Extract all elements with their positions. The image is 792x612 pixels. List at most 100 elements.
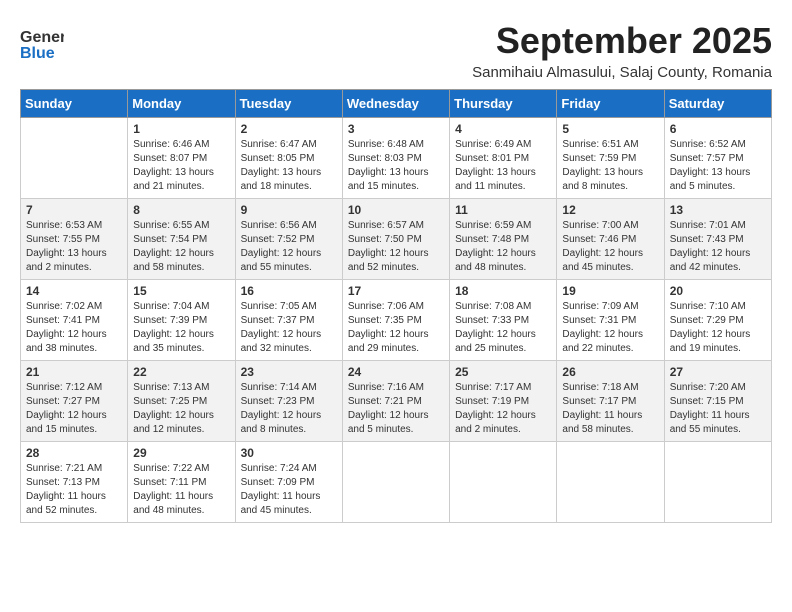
- day-info: Sunrise: 7:13 AM Sunset: 7:25 PM Dayligh…: [133, 381, 229, 437]
- calendar-cell: 4 Sunrise: 6:49 AM Sunset: 8:01 PM Daylig…: [450, 118, 557, 199]
- page-header: General Blue September 2025 Sanmihaiu Al…: [20, 20, 772, 81]
- day-info: Sunrise: 6:53 AM Sunset: 7:55 PM Dayligh…: [26, 219, 122, 275]
- day-number: 4: [455, 122, 551, 136]
- day-number: 11: [455, 203, 551, 217]
- subtitle: Sanmihaiu Almasului, Salaj County, Roman…: [472, 64, 772, 81]
- day-number: 13: [670, 203, 766, 217]
- day-info: Sunrise: 6:52 AM Sunset: 7:57 PM Dayligh…: [670, 138, 766, 194]
- day-info: Sunrise: 6:49 AM Sunset: 8:01 PM Dayligh…: [455, 138, 551, 194]
- calendar-cell: 7 Sunrise: 6:53 AM Sunset: 7:55 PM Daylig…: [21, 199, 128, 280]
- calendar-cell: 30 Sunrise: 7:24 AM Sunset: 7:09 PM Dayli…: [235, 442, 342, 523]
- calendar-cell: 25Sunrise: 7:17 AM Sunset: 7:19 PM Dayli…: [450, 361, 557, 442]
- day-info: Sunrise: 6:57 AM Sunset: 7:50 PM Dayligh…: [348, 219, 444, 275]
- day-info: Sunrise: 7:18 AM Sunset: 7:17 PM Dayligh…: [562, 381, 658, 437]
- day-info: Sunrise: 7:09 AM Sunset: 7:31 PM Dayligh…: [562, 300, 658, 356]
- week-row-1: 1Sunrise: 6:46 AM Sunset: 8:07 PM Daylig…: [21, 118, 772, 199]
- calendar-cell: 29 Sunrise: 7:22 AM Sunset: 7:11 PM Dayli…: [128, 442, 235, 523]
- calendar-cell: 1Sunrise: 6:46 AM Sunset: 8:07 PM Daylig…: [128, 118, 235, 199]
- calendar-cell: 13 Sunrise: 7:01 AM Sunset: 7:43 PM Dayli…: [664, 199, 771, 280]
- day-number: 30: [241, 446, 337, 460]
- day-number: 2: [241, 122, 337, 136]
- day-number: 12: [562, 203, 658, 217]
- day-number: 24: [348, 365, 444, 379]
- calendar-header-row: SundayMondayTuesdayWednesdayThursdayFrid…: [21, 90, 772, 118]
- header-monday: Monday: [128, 90, 235, 118]
- header-tuesday: Tuesday: [235, 90, 342, 118]
- svg-text:Blue: Blue: [20, 45, 55, 62]
- calendar-cell: 6 Sunrise: 6:52 AM Sunset: 7:57 PM Daylig…: [664, 118, 771, 199]
- week-row-2: 7 Sunrise: 6:53 AM Sunset: 7:55 PM Daylig…: [21, 199, 772, 280]
- calendar-cell: 3Sunrise: 6:48 AM Sunset: 8:03 PM Daylig…: [342, 118, 449, 199]
- day-info: Sunrise: 6:48 AM Sunset: 8:03 PM Dayligh…: [348, 138, 444, 194]
- day-number: 22: [133, 365, 229, 379]
- day-info: Sunrise: 7:22 AM Sunset: 7:11 PM Dayligh…: [133, 462, 229, 518]
- calendar-cell: 5 Sunrise: 6:51 AM Sunset: 7:59 PM Daylig…: [557, 118, 664, 199]
- svg-text:General: General: [20, 29, 64, 46]
- day-info: Sunrise: 6:55 AM Sunset: 7:54 PM Dayligh…: [133, 219, 229, 275]
- month-title: September 2025: [472, 20, 772, 62]
- day-number: 21: [26, 365, 122, 379]
- day-info: Sunrise: 7:04 AM Sunset: 7:39 PM Dayligh…: [133, 300, 229, 356]
- calendar-cell: 28 Sunrise: 7:21 AM Sunset: 7:13 PM Dayli…: [21, 442, 128, 523]
- calendar-cell: 12 Sunrise: 7:00 AM Sunset: 7:46 PM Dayli…: [557, 199, 664, 280]
- calendar-cell: 11 Sunrise: 6:59 AM Sunset: 7:48 PM Dayli…: [450, 199, 557, 280]
- day-number: 5: [562, 122, 658, 136]
- day-info: Sunrise: 6:59 AM Sunset: 7:48 PM Dayligh…: [455, 219, 551, 275]
- calendar-cell: [342, 442, 449, 523]
- day-number: 6: [670, 122, 766, 136]
- day-number: 27: [670, 365, 766, 379]
- calendar-cell: 14 Sunrise: 7:02 AM Sunset: 7:41 PM Dayli…: [21, 280, 128, 361]
- day-info: Sunrise: 7:01 AM Sunset: 7:43 PM Dayligh…: [670, 219, 766, 275]
- day-info: Sunrise: 7:16 AM Sunset: 7:21 PM Dayligh…: [348, 381, 444, 437]
- header-friday: Friday: [557, 90, 664, 118]
- calendar-cell: 24 Sunrise: 7:16 AM Sunset: 7:21 PM Dayli…: [342, 361, 449, 442]
- day-number: 7: [26, 203, 122, 217]
- day-number: 26: [562, 365, 658, 379]
- day-info: Sunrise: 7:20 AM Sunset: 7:15 PM Dayligh…: [670, 381, 766, 437]
- calendar-cell: 23 Sunrise: 7:14 AM Sunset: 7:23 PM Dayli…: [235, 361, 342, 442]
- calendar-table: SundayMondayTuesdayWednesdayThursdayFrid…: [20, 89, 772, 523]
- calendar-cell: [450, 442, 557, 523]
- header-thursday: Thursday: [450, 90, 557, 118]
- calendar-cell: [21, 118, 128, 199]
- day-number: 23: [241, 365, 337, 379]
- logo-mark: General Blue: [20, 20, 64, 69]
- header-saturday: Saturday: [664, 90, 771, 118]
- day-number: 15: [133, 284, 229, 298]
- day-number: 8: [133, 203, 229, 217]
- calendar-cell: 19 Sunrise: 7:09 AM Sunset: 7:31 PM Dayli…: [557, 280, 664, 361]
- calendar-cell: 16 Sunrise: 7:05 AM Sunset: 7:37 PM Dayli…: [235, 280, 342, 361]
- day-info: Sunrise: 7:00 AM Sunset: 7:46 PM Dayligh…: [562, 219, 658, 275]
- day-number: 18: [455, 284, 551, 298]
- calendar-cell: 10Sunrise: 6:57 AM Sunset: 7:50 PM Dayli…: [342, 199, 449, 280]
- day-number: 9: [241, 203, 337, 217]
- calendar-cell: 9 Sunrise: 6:56 AM Sunset: 7:52 PM Daylig…: [235, 199, 342, 280]
- day-info: Sunrise: 6:51 AM Sunset: 7:59 PM Dayligh…: [562, 138, 658, 194]
- day-number: 19: [562, 284, 658, 298]
- calendar-cell: 2Sunrise: 6:47 AM Sunset: 8:05 PM Daylig…: [235, 118, 342, 199]
- calendar-cell: 15 Sunrise: 7:04 AM Sunset: 7:39 PM Dayli…: [128, 280, 235, 361]
- day-info: Sunrise: 7:02 AM Sunset: 7:41 PM Dayligh…: [26, 300, 122, 356]
- day-number: 17: [348, 284, 444, 298]
- day-info: Sunrise: 7:24 AM Sunset: 7:09 PM Dayligh…: [241, 462, 337, 518]
- day-number: 29: [133, 446, 229, 460]
- calendar-cell: [557, 442, 664, 523]
- day-info: Sunrise: 6:46 AM Sunset: 8:07 PM Dayligh…: [133, 138, 229, 194]
- day-info: Sunrise: 6:56 AM Sunset: 7:52 PM Dayligh…: [241, 219, 337, 275]
- day-number: 16: [241, 284, 337, 298]
- day-info: Sunrise: 7:06 AM Sunset: 7:35 PM Dayligh…: [348, 300, 444, 356]
- day-info: Sunrise: 7:12 AM Sunset: 7:27 PM Dayligh…: [26, 381, 122, 437]
- calendar-cell: 20Sunrise: 7:10 AM Sunset: 7:29 PM Dayli…: [664, 280, 771, 361]
- day-info: Sunrise: 7:14 AM Sunset: 7:23 PM Dayligh…: [241, 381, 337, 437]
- calendar-cell: 17 Sunrise: 7:06 AM Sunset: 7:35 PM Dayli…: [342, 280, 449, 361]
- week-row-3: 14 Sunrise: 7:02 AM Sunset: 7:41 PM Dayli…: [21, 280, 772, 361]
- header-wednesday: Wednesday: [342, 90, 449, 118]
- day-number: 28: [26, 446, 122, 460]
- logo: General Blue: [20, 20, 64, 69]
- day-info: Sunrise: 7:21 AM Sunset: 7:13 PM Dayligh…: [26, 462, 122, 518]
- day-number: 14: [26, 284, 122, 298]
- calendar-cell: 8 Sunrise: 6:55 AM Sunset: 7:54 PM Daylig…: [128, 199, 235, 280]
- calendar-cell: 27 Sunrise: 7:20 AM Sunset: 7:15 PM Dayli…: [664, 361, 771, 442]
- day-info: Sunrise: 7:05 AM Sunset: 7:37 PM Dayligh…: [241, 300, 337, 356]
- calendar-cell: 26 Sunrise: 7:18 AM Sunset: 7:17 PM Dayli…: [557, 361, 664, 442]
